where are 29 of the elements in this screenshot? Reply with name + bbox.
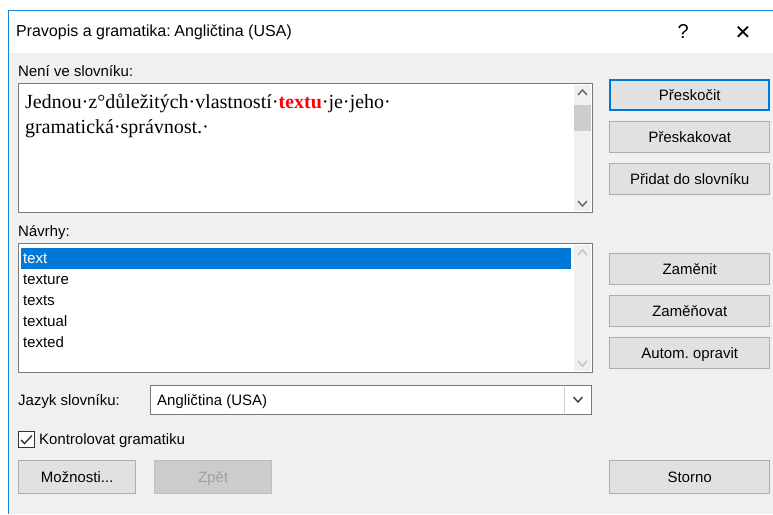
list-item[interactable]: texted bbox=[21, 332, 572, 353]
field-label: Jazyk slovníku: bbox=[18, 392, 121, 408]
scroll-down-icon[interactable] bbox=[577, 200, 588, 208]
list-item[interactable]: texture bbox=[21, 269, 572, 290]
button[interactable]: Přidat do slovníku bbox=[609, 163, 770, 195]
button[interactable]: Zaměňovat bbox=[609, 295, 770, 327]
scrollbar[interactable] bbox=[574, 85, 592, 211]
scrollbar-thumb[interactable] bbox=[574, 105, 592, 131]
scroll-up-icon[interactable] bbox=[577, 88, 588, 96]
field-label: Návrhy: bbox=[18, 222, 71, 242]
list-item[interactable]: textual bbox=[21, 311, 572, 332]
language-dropdown[interactable]: Angličtina (USA) bbox=[150, 385, 592, 415]
button[interactable]: Možnosti... bbox=[18, 460, 136, 494]
window-title: Pravopis a gramatika: Angličtina (USA) bbox=[16, 23, 293, 41]
sentence-text: Jednou·z°důležitých·vlastností·textu·je·jeho· gramatická·správnost.· bbox=[24, 90, 392, 140]
button[interactable]: Autom. opravit bbox=[609, 337, 770, 369]
close-button[interactable]: ✕ bbox=[713, 20, 773, 44]
checkbox[interactable] bbox=[18, 431, 35, 448]
suggestion-list[interactable]: text texture texts textual texted bbox=[18, 243, 594, 373]
button[interactable]: Storno bbox=[609, 460, 770, 494]
text-area[interactable]: Jednou·z°důležitých·vlastností·textu·je·jeho· gramatická·správnost.· bbox=[18, 83, 594, 213]
help-button[interactable]: ? bbox=[653, 20, 713, 44]
field-label: Není ve slovníku: bbox=[18, 62, 134, 82]
list-item[interactable]: text bbox=[21, 248, 572, 269]
checkbox-label: Kontrolovat gramatiku bbox=[39, 431, 185, 448]
list-item[interactable]: texts bbox=[21, 290, 572, 311]
button[interactable]: Zaměnit bbox=[609, 253, 770, 285]
button[interactable]: Přeskakovat bbox=[609, 121, 770, 153]
button[interactable]: Přeskočit bbox=[609, 79, 770, 111]
